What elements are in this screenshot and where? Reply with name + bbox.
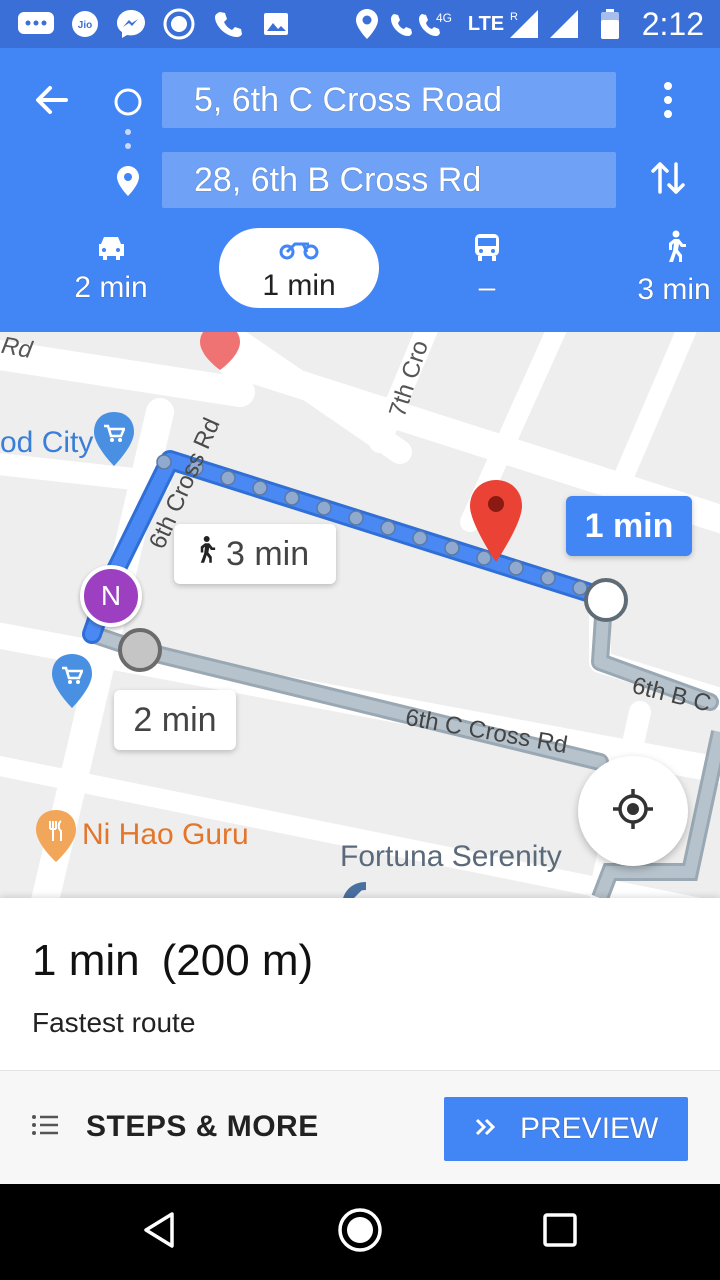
my-location-icon xyxy=(611,787,655,836)
signal-icon: R xyxy=(508,8,542,40)
contact-marker[interactable]: N xyxy=(80,565,142,627)
mode-time: – xyxy=(478,271,496,304)
origin-text: 5, 6th C Cross Road xyxy=(194,81,503,119)
svg-text:4G: 4G xyxy=(436,11,452,25)
destination-field[interactable]: 28, 6th B Cross Rd xyxy=(162,152,616,208)
volte-call-icon: 4G xyxy=(388,8,460,40)
origin-field[interactable]: 5, 6th C Cross Road xyxy=(162,72,616,128)
place-label[interactable]: od City xyxy=(0,426,93,460)
mode-tab-walk[interactable]: 3 min xyxy=(628,228,720,308)
walk-icon xyxy=(661,230,687,269)
status-bar: Jio 4G LTE R 2:12 xyxy=(0,0,720,48)
back-button[interactable] xyxy=(130,1202,190,1262)
contact-initial: N xyxy=(100,580,122,611)
walk-time-callout[interactable]: 3 min xyxy=(174,524,336,584)
svg-text:Jio: Jio xyxy=(78,20,92,31)
home-button[interactable] xyxy=(330,1202,390,1262)
route-time-callout[interactable]: 1 min xyxy=(566,496,692,556)
list-icon xyxy=(30,1113,60,1142)
gallery-icon xyxy=(258,8,294,40)
place-label[interactable]: Fortuna Serenity xyxy=(340,840,562,874)
mode-time: 1 min xyxy=(262,269,336,302)
map-view[interactable]: Rd 7th Cro 6th Cross Rd 6th C Cross Rd 6… xyxy=(0,332,720,898)
hotspot-icon xyxy=(160,8,198,40)
svg-text:R: R xyxy=(510,11,518,23)
steps-and-more-button[interactable]: STEPS & MORE xyxy=(30,1095,319,1159)
car-icon xyxy=(95,234,127,267)
mode-tab-transit[interactable]: – xyxy=(442,228,532,308)
route-description: Fastest route xyxy=(32,1007,196,1038)
alt-route-callout[interactable]: 2 min xyxy=(114,690,236,750)
battery-icon xyxy=(598,8,622,40)
destination-pin-icon xyxy=(114,164,142,198)
restaurant-icon xyxy=(47,820,65,842)
preview-button[interactable]: PREVIEW xyxy=(444,1097,688,1161)
home-circle-icon xyxy=(337,1207,383,1258)
route-time-text: 1 min xyxy=(584,506,674,545)
mode-tab-car[interactable]: 2 min xyxy=(56,228,166,308)
swap-icon[interactable] xyxy=(648,156,688,200)
destination-text: 28, 6th B Cross Rd xyxy=(194,161,482,199)
steps-and-more-label: STEPS & MORE xyxy=(86,1110,319,1143)
messenger-icon xyxy=(112,8,150,40)
directions-header: 5, 6th C Cross Road 28, 6th B Cross Rd 2… xyxy=(0,48,720,332)
signal-icon xyxy=(548,8,582,40)
more-options-icon[interactable] xyxy=(652,78,684,122)
road-label: Rd xyxy=(0,332,35,364)
walk-icon xyxy=(194,535,216,574)
back-triangle-icon xyxy=(140,1210,180,1255)
mode-tab-motorbike[interactable]: 1 min xyxy=(219,228,379,308)
alt-route-time-text: 2 min xyxy=(133,700,217,739)
route-summary[interactable]: 1 min (200 m) Fastest route xyxy=(0,898,720,1070)
recents-button[interactable] xyxy=(530,1202,590,1262)
motorbike-icon xyxy=(279,236,319,265)
mode-time: 2 min xyxy=(74,271,148,304)
place-label[interactable]: Ni Hao Guru xyxy=(82,818,249,852)
jio-icon: Jio xyxy=(68,8,102,40)
phone-icon xyxy=(210,8,246,40)
route-duration-distance: 1 min (200 m) xyxy=(32,936,314,985)
lte-label: LTE xyxy=(467,12,505,35)
back-arrow-icon[interactable] xyxy=(30,78,74,122)
location-icon xyxy=(352,8,382,40)
recents-square-icon xyxy=(542,1212,578,1253)
mode-time: 3 min xyxy=(637,273,711,306)
preview-label: PREVIEW xyxy=(520,1112,659,1145)
origin-circle-icon xyxy=(112,86,144,118)
system-nav-bar xyxy=(0,1184,720,1280)
cart-icon xyxy=(103,424,126,444)
message-icon xyxy=(14,8,58,40)
route-dots-icon xyxy=(122,128,134,154)
clock: 2:12 xyxy=(641,6,704,42)
cart-icon xyxy=(61,666,84,686)
transit-icon xyxy=(473,232,501,267)
my-location-button[interactable] xyxy=(578,756,688,866)
route-actions: STEPS & MORE PREVIEW xyxy=(0,1070,720,1185)
walk-time-text: 3 min xyxy=(226,534,310,573)
double-chevron-icon xyxy=(474,1117,498,1142)
